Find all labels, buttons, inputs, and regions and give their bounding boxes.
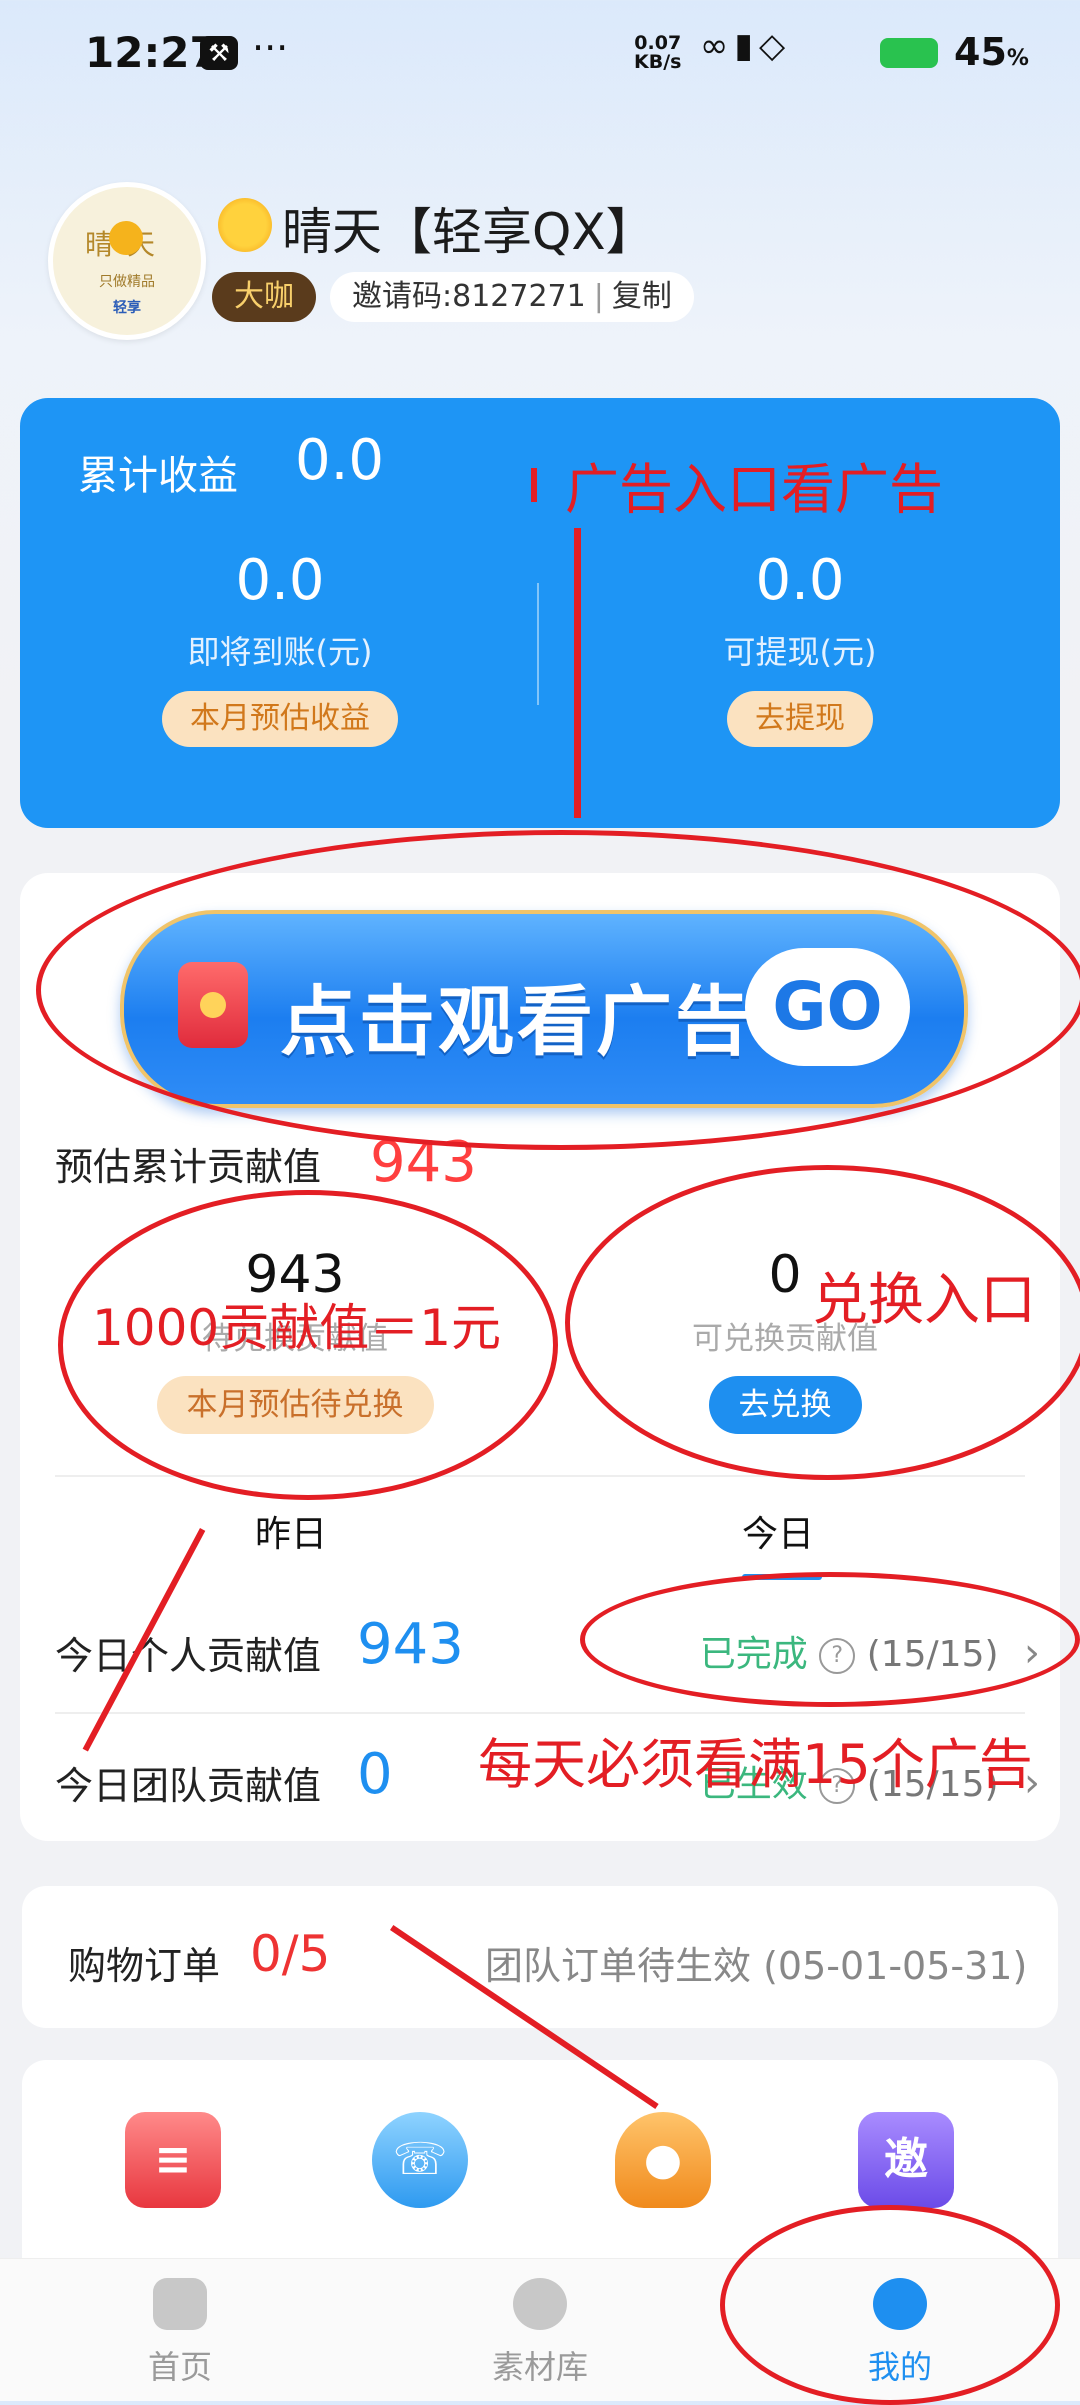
tab-home-label: 首页 (147, 2348, 212, 2386)
tab-today[interactable]: 今日 (742, 1505, 814, 1557)
total-earnings-label: 累计收益 (78, 453, 238, 499)
team-contribution-label: 今日团队贡献值 (55, 1764, 322, 1808)
withdraw-label: 可提现(元) (723, 633, 877, 671)
estimated-contribution-label: 预估累计贡献值 (55, 1145, 322, 1189)
withdrawable-earnings: 0.0 可提现(元) 去提现 (540, 548, 1060, 747)
status-more-icon: ··· (252, 26, 289, 70)
invite-icon[interactable]: 邀 (858, 2112, 954, 2208)
team-icon[interactable]: ● (615, 2112, 711, 2208)
invite-code: 邀请码:8127271 (352, 279, 586, 314)
withdraw-value: 0.0 (755, 548, 845, 613)
tab-yesterday[interactable]: 昨日 (255, 1505, 327, 1557)
wrench-icon: ⚒ (200, 36, 238, 70)
divider (55, 1712, 1025, 1714)
level-badge: 大咖 (212, 272, 316, 322)
pending-value: 0.0 (235, 548, 325, 613)
shopping-orders-label: 购物订单 (68, 1944, 221, 1988)
network-speed: 0.07 KB/s (634, 32, 682, 73)
material-icon (513, 2278, 567, 2330)
annotation-circle-ad (36, 830, 1080, 1150)
customer-service-icon[interactable]: ☏ (372, 2112, 468, 2208)
team-order-status: 团队订单待生效 (05-01-05-31) (485, 1944, 1028, 1988)
avatar-subtext: 只做精品 (99, 274, 155, 290)
order-icon[interactable]: ≡ (125, 2112, 221, 2208)
battery-icon (880, 38, 938, 68)
annotation-circle-profile-tab (720, 2205, 1060, 2405)
annotation-circle-status (580, 1572, 1080, 1707)
pending-label: 即将到账(元) (187, 633, 373, 671)
tab-home[interactable]: 首页 (80, 2278, 280, 2388)
annotation-rate: 1000贡献值＝1元 (92, 1299, 502, 1357)
withdraw-button[interactable]: 去提现 (727, 691, 873, 747)
annotation-ad-entry: 广告入口看广告 (565, 458, 943, 521)
avatar[interactable]: 晴天 只做精品 轻享 (48, 182, 206, 340)
signal-wifi-icons: ∞▮◇ (700, 26, 792, 66)
home-icon (153, 2278, 207, 2330)
sun-icon (218, 198, 272, 252)
annotation-daily-rule: 每天必须看满15个广告 (478, 1733, 1033, 1796)
total-earnings-value: 0.0 (295, 428, 385, 493)
battery-level: 45% (954, 30, 1029, 74)
avatar-sun-icon (109, 221, 143, 255)
user-name: 晴天【轻享QX】 (282, 203, 656, 261)
annotation-line (574, 528, 581, 818)
personal-contribution-value: 943 (357, 1612, 464, 1677)
monthly-estimate-button[interactable]: 本月预估收益 (162, 691, 398, 747)
invite-code-box: 邀请码:8127271 | 复制 (330, 272, 694, 322)
pending-earnings: 0.0 即将到账(元) 本月预估收益 (20, 548, 540, 747)
status-time: 12:27 (85, 28, 219, 77)
avatar-brand: 轻享 (113, 300, 141, 316)
annotation-exchange-entry: 兑换入口 (812, 1268, 1036, 1333)
tab-material-label: 素材库 (491, 2348, 588, 2386)
team-contribution-value: 0 (357, 1742, 393, 1807)
tab-material[interactable]: 素材库 (440, 2278, 640, 2388)
personal-contribution-label: 今日个人贡献值 (55, 1634, 322, 1678)
copy-button[interactable]: 复制 (612, 279, 672, 314)
annotation-mark (531, 468, 537, 502)
shopping-orders-count: 0/5 (250, 1925, 331, 1983)
